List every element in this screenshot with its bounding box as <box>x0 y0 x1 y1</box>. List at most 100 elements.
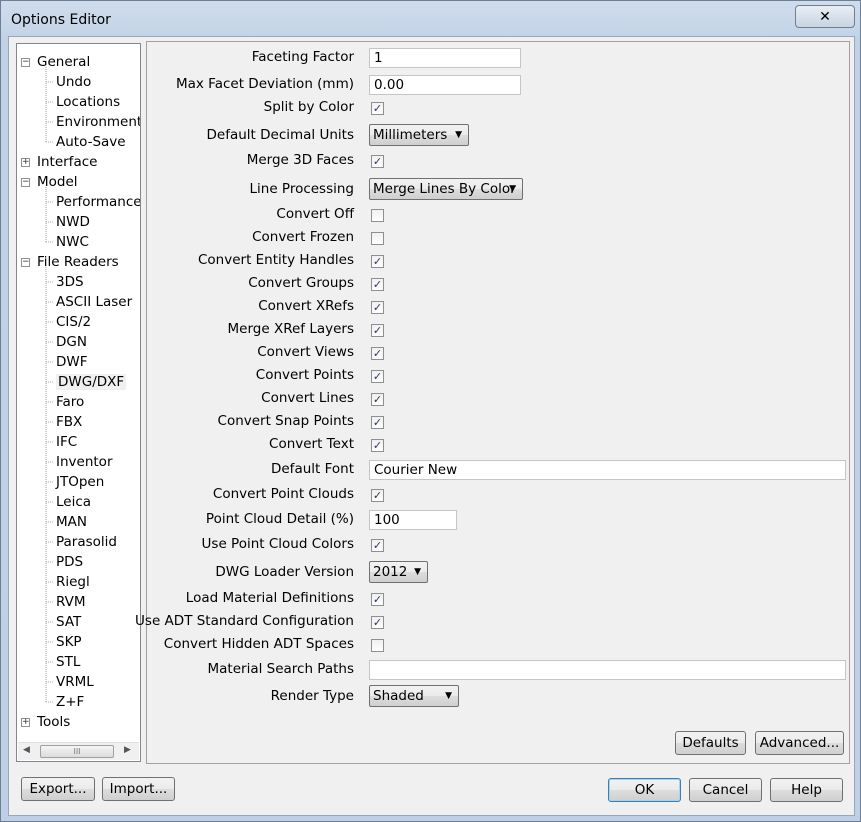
option-label-convert-xrefs: Convert XRefs <box>258 298 354 314</box>
advanced-button[interactable]: Advanced... <box>755 731 844 755</box>
tree-item-label: Z+F <box>56 694 85 710</box>
checkbox-convert-groups[interactable]: ✓ <box>371 278 384 291</box>
tree-item-label: STL <box>56 654 81 670</box>
checkbox-merge-xref-layers[interactable]: ✓ <box>371 324 384 337</box>
select-dwg-loader-version[interactable]: 2012 ▼ <box>369 561 428 583</box>
tree-item-parasolid[interactable]: Parasolid <box>56 532 117 552</box>
checkbox-merge-3d-faces[interactable]: ✓ <box>371 155 384 168</box>
tree-item-general[interactable]: General <box>37 52 90 72</box>
cancel-button[interactable]: Cancel <box>689 778 762 802</box>
field-point-cloud-detail[interactable]: 100 <box>369 510 457 530</box>
tree-item-environment[interactable]: Environment <box>56 112 140 132</box>
option-label-line-processing: Line Processing <box>249 181 354 197</box>
export-button[interactable]: Export... <box>21 777 95 801</box>
checkbox-convert-lines[interactable]: ✓ <box>371 393 384 406</box>
tree-item-model[interactable]: Model <box>37 172 78 192</box>
checkbox-convert-text[interactable]: ✓ <box>371 439 384 452</box>
tree-item-vrml[interactable]: VRML <box>56 672 94 692</box>
scroll-left-icon[interactable]: ◀ <box>23 745 30 755</box>
tree-item-nwc[interactable]: NWC <box>56 232 89 252</box>
tree-item-label: Undo <box>56 74 92 90</box>
field-max-facet-deviation-mm[interactable]: 0.00 <box>369 75 521 95</box>
check-icon: ✓ <box>372 439 383 452</box>
tree-item-performance[interactable]: Performance <box>56 192 140 212</box>
select-line-processing[interactable]: Merge Lines By Color ▼ <box>369 178 523 200</box>
tree-item-label: SKP <box>56 634 82 650</box>
ok-button[interactable]: OK <box>608 778 681 802</box>
help-button[interactable]: Help <box>770 778 843 802</box>
close-button[interactable]: ✕ <box>795 5 855 28</box>
option-label-material-search-paths: Material Search Paths <box>207 661 355 677</box>
check-icon: ✓ <box>372 102 383 115</box>
check-icon: ✓ <box>372 539 383 552</box>
tree-item-undo[interactable]: Undo <box>56 72 91 92</box>
tree-item-ifc[interactable]: IFC <box>56 432 77 452</box>
tree-item-man[interactable]: MAN <box>56 512 87 532</box>
tree-item-jtopen[interactable]: JTOpen <box>56 472 104 492</box>
tree-item-sat[interactable]: SAT <box>56 612 81 632</box>
chevron-down-icon: ▼ <box>414 567 421 577</box>
checkbox-convert-off[interactable] <box>371 209 384 222</box>
tree-item-ascii-laser[interactable]: ASCII Laser <box>56 292 132 312</box>
option-label-convert-snap-points: Convert Snap Points <box>217 413 354 429</box>
checkbox-convert-entity-handles[interactable]: ✓ <box>371 255 384 268</box>
checkbox-convert-point-clouds[interactable]: ✓ <box>371 489 384 502</box>
title-bar[interactable]: Options Editor ✕ <box>1 1 860 37</box>
checkbox-convert-snap-points[interactable]: ✓ <box>371 416 384 429</box>
tree-item-tools[interactable]: Tools <box>37 712 70 732</box>
tree-item-interface[interactable]: Interface <box>37 152 97 172</box>
select-render-type[interactable]: Shaded ▼ <box>369 685 459 707</box>
expand-toggle-icon[interactable]: + <box>21 158 30 167</box>
defaults-button[interactable]: Defaults <box>675 731 746 755</box>
checkbox-convert-hidden-adt-spaces[interactable] <box>371 639 384 652</box>
tree-item-leica[interactable]: Leica <box>56 492 91 512</box>
option-label-use-adt-standard-configuration: Use ADT Standard Configuration <box>135 613 354 629</box>
tree-item-cis-2[interactable]: CIS/2 <box>56 312 91 332</box>
expand-toggle-icon[interactable]: + <box>21 718 30 727</box>
tree-horizontal-scrollbar[interactable]: ◀ III ▶ <box>18 742 139 760</box>
tree-item-locations[interactable]: Locations <box>56 92 120 112</box>
field-material-search-paths[interactable] <box>369 660 846 680</box>
scroll-right-icon[interactable]: ▶ <box>124 745 131 755</box>
checkbox-split-by-color[interactable]: ✓ <box>371 102 384 115</box>
collapse-toggle-icon[interactable]: − <box>21 58 30 67</box>
checkbox-convert-points[interactable]: ✓ <box>371 370 384 383</box>
select-default-decimal-units[interactable]: Millimeters ▼ <box>369 124 469 146</box>
tree-item-rvm[interactable]: RVM <box>56 592 86 612</box>
tree-item-skp[interactable]: SKP <box>56 632 82 652</box>
checkbox-use-adt-standard-configuration[interactable]: ✓ <box>371 616 384 629</box>
tree-item-stl[interactable]: STL <box>56 652 80 672</box>
checkbox-load-material-definitions[interactable]: ✓ <box>371 593 384 606</box>
checkbox-convert-xrefs[interactable]: ✓ <box>371 301 384 314</box>
tree-item-dwf[interactable]: DWF <box>56 352 88 372</box>
tree-item-inventor[interactable]: Inventor <box>56 452 113 472</box>
tree-item-label: IFC <box>56 434 78 450</box>
checkbox-convert-frozen[interactable] <box>371 232 384 245</box>
tree-item-riegl[interactable]: Riegl <box>56 572 90 592</box>
checkbox-convert-views[interactable]: ✓ <box>371 347 384 360</box>
tree-item-dgn[interactable]: DGN <box>56 332 87 352</box>
field-default-font[interactable]: Courier New <box>369 460 846 480</box>
tree-item-z-f[interactable]: Z+F <box>56 692 84 712</box>
tree-item-faro[interactable]: Faro <box>56 392 84 412</box>
collapse-toggle-icon[interactable]: − <box>21 258 30 267</box>
tree-item-nwd[interactable]: NWD <box>56 212 90 232</box>
collapse-toggle-icon[interactable]: − <box>21 178 30 187</box>
field-faceting-factor[interactable]: 1 <box>369 48 521 68</box>
option-label-convert-views: Convert Views <box>257 344 354 360</box>
tree-item-file-readers[interactable]: File Readers <box>37 252 119 272</box>
select-value: Merge Lines By Color <box>373 181 516 197</box>
tree-item-auto-save[interactable]: Auto-Save <box>56 132 126 152</box>
check-icon: ✓ <box>372 416 383 429</box>
tree-item-label: VRML <box>56 674 94 690</box>
checkbox-use-point-cloud-colors[interactable]: ✓ <box>371 539 384 552</box>
scroll-thumb[interactable]: III <box>40 745 114 758</box>
tree-item-dwg-dxf[interactable]: DWG/DXF <box>56 372 127 392</box>
tree-item-fbx[interactable]: FBX <box>56 412 82 432</box>
check-icon: ✓ <box>372 616 383 629</box>
option-label-max-facet-deviation-mm: Max Facet Deviation (mm) <box>175 76 354 92</box>
import-button[interactable]: Import... <box>102 777 175 801</box>
tree-item-3ds[interactable]: 3DS <box>56 272 84 292</box>
tree-item-pds[interactable]: PDS <box>56 552 83 572</box>
tree-item-label: PDS <box>56 554 84 570</box>
